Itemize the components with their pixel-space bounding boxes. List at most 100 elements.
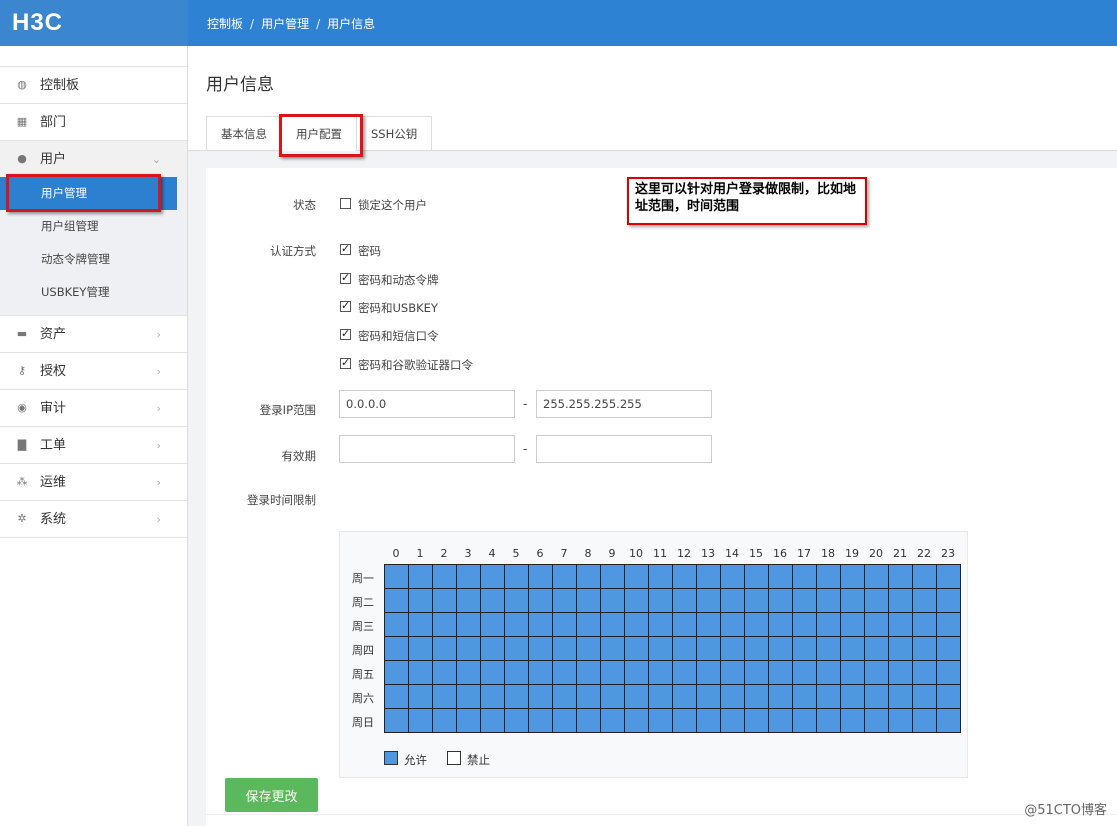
time-slot-cell[interactable] — [505, 565, 529, 589]
time-slot-cell[interactable] — [457, 565, 481, 589]
time-slot-cell[interactable] — [841, 565, 865, 589]
time-slot-cell[interactable] — [529, 685, 553, 709]
time-slot-cell[interactable] — [769, 661, 793, 685]
time-slot-cell[interactable] — [793, 685, 817, 709]
brand-logo[interactable]: H3C — [0, 0, 188, 46]
time-slot-cell[interactable] — [433, 685, 457, 709]
time-slot-cell[interactable] — [841, 709, 865, 733]
time-slot-cell[interactable] — [889, 613, 913, 637]
time-slot-cell[interactable] — [529, 589, 553, 613]
time-slot-cell[interactable] — [817, 589, 841, 613]
time-slot-cell[interactable] — [505, 613, 529, 637]
breadcrumb-item-user-management[interactable]: 用户管理 — [261, 17, 309, 31]
time-slot-cell[interactable] — [529, 709, 553, 733]
time-slot-cell[interactable] — [817, 565, 841, 589]
time-slot-cell[interactable] — [577, 589, 601, 613]
sidebar-item-department[interactable]: ▦ 部门 — [0, 104, 187, 141]
time-slot-cell[interactable] — [433, 709, 457, 733]
time-slot-cell[interactable] — [625, 589, 649, 613]
time-slot-cell[interactable] — [553, 709, 577, 733]
time-slot-cell[interactable] — [889, 565, 913, 589]
time-slot-cell[interactable] — [553, 637, 577, 661]
time-slot-cell[interactable] — [601, 685, 625, 709]
time-slot-cell[interactable] — [817, 661, 841, 685]
time-slot-cell[interactable] — [817, 613, 841, 637]
time-slot-cell[interactable] — [409, 565, 433, 589]
time-slot-cell[interactable] — [769, 637, 793, 661]
time-slot-cell[interactable] — [553, 685, 577, 709]
time-slot-cell[interactable] — [409, 613, 433, 637]
time-slot-cell[interactable] — [577, 685, 601, 709]
time-slot-cell[interactable] — [913, 661, 937, 685]
time-slot-cell[interactable] — [553, 613, 577, 637]
time-slot-cell[interactable] — [385, 637, 409, 661]
time-slot-cell[interactable] — [505, 637, 529, 661]
time-slot-cell[interactable] — [937, 565, 961, 589]
time-slot-cell[interactable] — [649, 637, 673, 661]
sidebar-item-audit[interactable]: ◉ 审计 › — [0, 390, 187, 427]
time-slot-cell[interactable] — [769, 613, 793, 637]
time-slot-cell[interactable] — [937, 685, 961, 709]
tab-ssh-key[interactable]: SSH公钥 — [356, 116, 433, 150]
time-slot-cell[interactable] — [649, 613, 673, 637]
sidebar-item-system[interactable]: ✲ 系统 › — [0, 501, 187, 538]
time-slot-cell[interactable] — [601, 589, 625, 613]
time-slot-cell[interactable] — [673, 637, 697, 661]
submenu-item-user-group-management[interactable]: 用户组管理 — [0, 210, 187, 243]
time-slot-cell[interactable] — [625, 637, 649, 661]
time-slot-cell[interactable] — [913, 637, 937, 661]
time-slot-cell[interactable] — [913, 565, 937, 589]
time-slot-cell[interactable] — [505, 661, 529, 685]
time-slot-cell[interactable] — [673, 565, 697, 589]
breadcrumb-item-dashboard[interactable]: 控制板 — [207, 17, 243, 31]
time-slot-cell[interactable] — [793, 589, 817, 613]
time-slot-cell[interactable] — [649, 565, 673, 589]
time-slot-cell[interactable] — [577, 613, 601, 637]
time-slot-cell[interactable] — [673, 661, 697, 685]
validity-end-input[interactable] — [536, 435, 712, 463]
time-slot-cell[interactable] — [937, 589, 961, 613]
time-slot-cell[interactable] — [817, 685, 841, 709]
time-slot-cell[interactable] — [481, 565, 505, 589]
time-slot-cell[interactable] — [409, 685, 433, 709]
time-slot-cell[interactable] — [817, 637, 841, 661]
time-slot-cell[interactable] — [913, 685, 937, 709]
time-slot-cell[interactable] — [529, 565, 553, 589]
time-slot-cell[interactable] — [481, 685, 505, 709]
time-slot-cell[interactable] — [385, 565, 409, 589]
sidebar-item-authorization[interactable]: ⚷ 授权 › — [0, 353, 187, 390]
time-slot-cell[interactable] — [481, 637, 505, 661]
time-slot-cell[interactable] — [433, 637, 457, 661]
time-slot-cell[interactable] — [841, 613, 865, 637]
time-slot-cell[interactable] — [697, 613, 721, 637]
time-slot-cell[interactable] — [433, 661, 457, 685]
time-slot-cell[interactable] — [481, 661, 505, 685]
time-slot-cell[interactable] — [721, 709, 745, 733]
time-slot-cell[interactable] — [625, 661, 649, 685]
time-slot-cell[interactable] — [937, 637, 961, 661]
time-slot-cell[interactable] — [745, 709, 769, 733]
time-slot-cell[interactable] — [649, 709, 673, 733]
time-slot-cell[interactable] — [889, 709, 913, 733]
time-slot-cell[interactable] — [409, 637, 433, 661]
time-slot-cell[interactable] — [553, 565, 577, 589]
time-slot-cell[interactable] — [553, 589, 577, 613]
save-changes-button[interactable]: 保存更改 — [225, 778, 318, 812]
time-slot-cell[interactable] — [529, 637, 553, 661]
time-slot-cell[interactable] — [745, 637, 769, 661]
time-slot-cell[interactable] — [457, 685, 481, 709]
time-slot-cell[interactable] — [889, 589, 913, 613]
time-slot-cell[interactable] — [481, 613, 505, 637]
time-slot-cell[interactable] — [817, 709, 841, 733]
time-slot-cell[interactable] — [937, 709, 961, 733]
time-slot-cell[interactable] — [841, 637, 865, 661]
tab-basic-info[interactable]: 基本信息 — [206, 116, 282, 150]
time-slot-cell[interactable] — [433, 589, 457, 613]
time-slot-cell[interactable] — [793, 661, 817, 685]
time-slot-cell[interactable] — [553, 661, 577, 685]
time-slot-cell[interactable] — [889, 637, 913, 661]
time-slot-cell[interactable] — [721, 589, 745, 613]
time-slot-cell[interactable] — [745, 661, 769, 685]
auth-password-sms-checkbox[interactable] — [340, 327, 351, 340]
sidebar-item-operations[interactable]: ⁂ 运维 › — [0, 464, 187, 501]
